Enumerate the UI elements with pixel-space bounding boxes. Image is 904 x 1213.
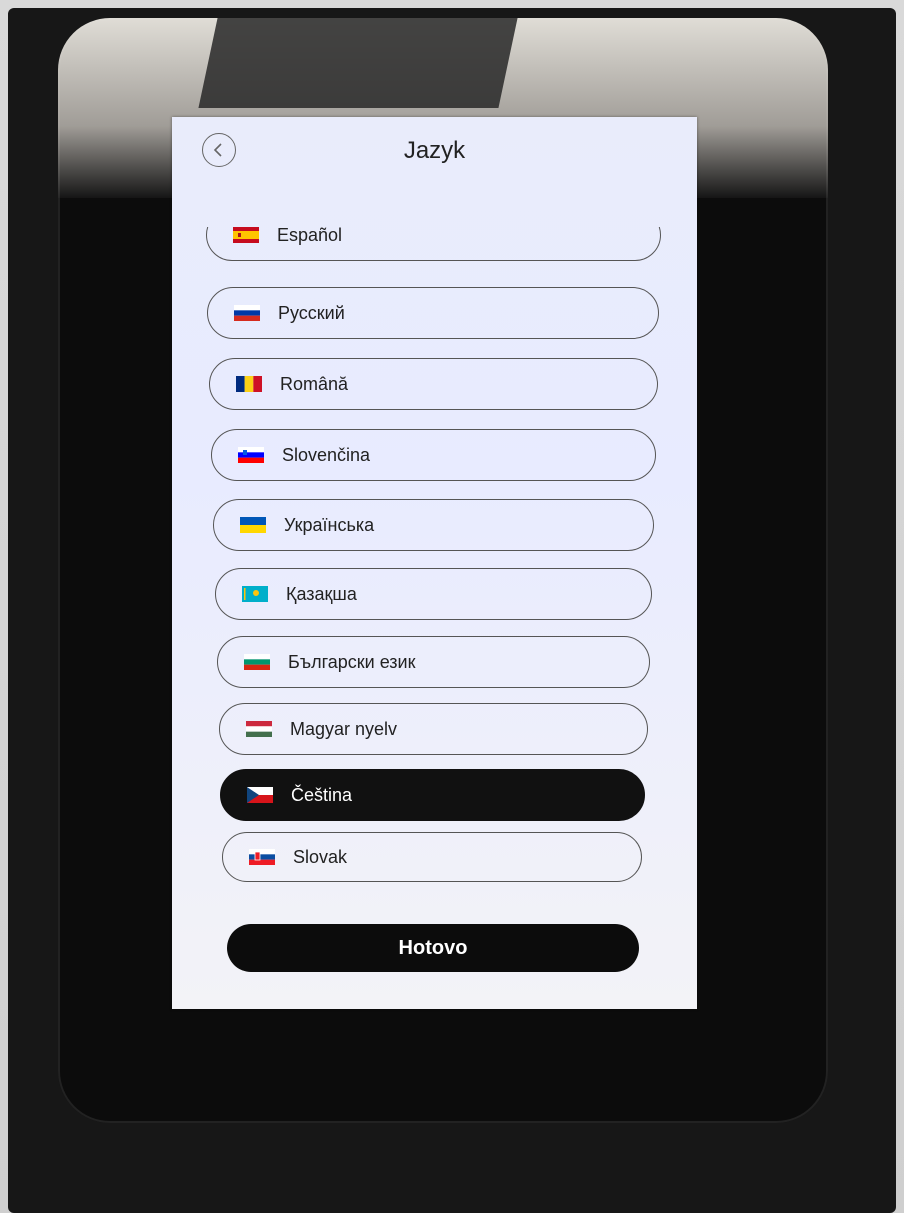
language-label: Română — [280, 373, 349, 394]
language-label: Slovenčina — [282, 444, 371, 465]
language-label: Български език — [288, 651, 416, 672]
language-item-slovenian[interactable]: Slovenčina — [211, 429, 656, 481]
language-item-czech[interactable]: Čeština — [220, 769, 645, 821]
header: Jazyk — [172, 117, 697, 187]
language-item-espanol[interactable]: Español — [206, 227, 661, 261]
language-label: Magyar nyelv — [290, 718, 398, 739]
romania-flag-icon — [236, 376, 262, 392]
language-screen: Jazyk Español Русский Română Slovenčina … — [172, 117, 697, 1009]
language-list[interactable]: Español Русский Română Slovenčina Україн… — [172, 227, 697, 887]
language-item-kazakh[interactable]: Қазақша — [215, 568, 652, 620]
slovakia-flag-icon — [249, 849, 275, 865]
spain-flag-icon — [233, 227, 259, 243]
language-label: Українська — [284, 514, 375, 535]
language-label: Қазақша — [286, 583, 357, 604]
language-item-ukrainian[interactable]: Українська — [213, 499, 654, 551]
language-label: Русский — [278, 302, 345, 323]
czech-flag-icon — [247, 787, 273, 803]
kazakhstan-flag-icon — [242, 586, 268, 602]
ukraine-flag-icon — [240, 517, 266, 533]
language-label: Slovak — [293, 846, 348, 867]
language-label: Čeština — [291, 784, 353, 805]
page-title: Jazyk — [403, 137, 466, 164]
language-item-hungarian[interactable]: Magyar nyelv — [219, 703, 648, 755]
language-item-romanian[interactable]: Română — [209, 358, 658, 410]
slovenia-flag-icon — [238, 447, 264, 463]
language-item-russian[interactable]: Русский — [207, 287, 659, 339]
glare-shadow — [198, 18, 518, 108]
language-item-bulgarian[interactable]: Български език — [217, 636, 650, 688]
done-button[interactable]: Hotovo — [227, 924, 639, 972]
bulgaria-flag-icon — [244, 654, 270, 670]
russia-flag-icon — [234, 305, 260, 321]
language-item-slovak[interactable]: Slovak — [222, 832, 642, 882]
hungary-flag-icon — [246, 721, 272, 737]
language-label: Español — [277, 227, 343, 245]
